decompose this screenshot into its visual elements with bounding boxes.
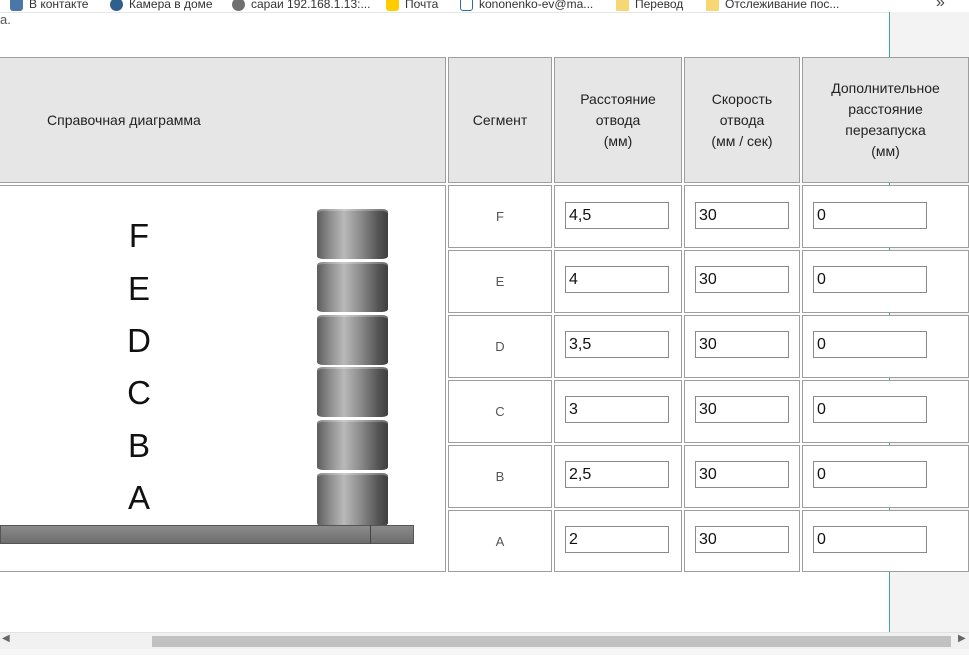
header-diagram: Справочная диаграмма xyxy=(0,57,446,183)
extra-input-b[interactable] xyxy=(813,461,927,488)
bookmark-label: Почта xyxy=(405,0,439,11)
diagram-base-plate xyxy=(0,525,414,544)
folder-icon xyxy=(616,0,629,12)
distance-input-f[interactable] xyxy=(565,202,669,229)
segment-label: C xyxy=(495,404,505,419)
diagram-letter-b: B xyxy=(127,427,150,464)
distance-input-a[interactable] xyxy=(565,526,669,553)
bookmark-label: kononenko-ev@ma... xyxy=(479,0,594,11)
diagram-letter-f: F xyxy=(128,217,150,254)
bookmark-label: В контакте xyxy=(29,0,89,11)
bookmark-label: Перевод xyxy=(635,0,684,11)
header-distance-label: Расстояние отвода (мм) xyxy=(580,90,656,149)
segment-cell: B xyxy=(448,445,552,508)
stack-segment-b xyxy=(317,420,388,470)
segment-cell: F xyxy=(448,185,552,248)
bookmark-mail[interactable]: Почта xyxy=(386,0,438,12)
distance-input-d[interactable] xyxy=(565,331,669,358)
header-segment-label: Сегмент xyxy=(472,111,528,128)
segment-cell: C xyxy=(448,380,552,443)
bookmark-label: Отслеживание пос... xyxy=(725,0,840,11)
extra-input-d[interactable] xyxy=(813,331,927,358)
header-speed: Скорость отвода (мм / сек) xyxy=(684,57,800,183)
segment-label: B xyxy=(495,469,505,484)
scroll-left-icon[interactable]: ◀ xyxy=(2,633,10,644)
header-speed-label: Скорость отвода (мм / сек) xyxy=(711,90,773,149)
diagram-letter-c: C xyxy=(127,374,151,411)
bookmarks-more-button[interactable]: » xyxy=(936,0,945,12)
bookmark-tracking[interactable]: Отслеживание пос... xyxy=(706,0,839,12)
diagram-letter-d: D xyxy=(127,322,151,359)
header-segment: Сегмент xyxy=(448,57,552,183)
segment-label: E xyxy=(495,274,505,289)
extra-input-c[interactable] xyxy=(813,396,927,423)
folder-icon xyxy=(706,0,719,12)
speed-input-e[interactable] xyxy=(695,266,789,293)
outlook-icon xyxy=(460,0,473,12)
header-extra-label: Дополнительное расстояние перезапуска (м… xyxy=(831,80,940,159)
page-text-fragment: a. xyxy=(0,12,11,27)
segment-label: F xyxy=(496,209,504,224)
stack-segment-e xyxy=(317,262,388,312)
mail-icon xyxy=(386,0,399,12)
bookmark-outlook[interactable]: kononenko-ev@ma... xyxy=(460,0,593,12)
diagram-base-notch xyxy=(370,525,371,544)
stack-segment-c xyxy=(317,367,388,417)
speed-input-c[interactable] xyxy=(695,396,789,423)
distance-input-c[interactable] xyxy=(565,396,669,423)
bookmarks-bar: В контакте Камера в доме сараи 192.168.1… xyxy=(0,0,969,13)
segment-label: A xyxy=(495,533,505,549)
bookmark-label: сараи 192.168.1.13:... xyxy=(251,0,371,11)
segment-cell: A xyxy=(448,510,552,572)
speed-input-d[interactable] xyxy=(695,331,789,358)
scroll-right-icon[interactable]: ▶ xyxy=(958,633,966,644)
speed-input-b[interactable] xyxy=(695,461,789,488)
distance-input-b[interactable] xyxy=(565,461,669,488)
distance-input-e[interactable] xyxy=(565,266,669,293)
diagram-letter-e: E xyxy=(127,270,150,307)
segment-cell: E xyxy=(448,250,552,313)
diagram-letter-a: A xyxy=(127,479,150,516)
stack-segment-f xyxy=(317,209,388,259)
speed-input-f[interactable] xyxy=(695,202,789,229)
extra-input-e[interactable] xyxy=(813,266,927,293)
bookmark-vk[interactable]: В контакте xyxy=(10,0,88,12)
header-extra: Дополнительное расстояние перезапуска (м… xyxy=(802,57,969,183)
segment-cell: D xyxy=(448,315,552,378)
stack-segment-a xyxy=(317,473,388,526)
header-diagram-label: Справочная диаграмма xyxy=(47,111,201,128)
extra-input-f[interactable] xyxy=(813,202,927,229)
stack-segment-d xyxy=(317,315,388,365)
extra-input-a[interactable] xyxy=(813,526,927,553)
bookmark-sarai[interactable]: сараи 192.168.1.13:... xyxy=(232,0,370,12)
bookmark-perevod[interactable]: Перевод xyxy=(616,0,683,12)
horizontal-scrollbar-thumb[interactable] xyxy=(152,636,951,647)
header-distance: Расстояние отвода (мм) xyxy=(554,57,682,183)
segment-label: D xyxy=(495,339,505,354)
bookmark-camera[interactable]: Камера в доме xyxy=(110,0,213,12)
camera-icon xyxy=(110,0,123,12)
vk-icon xyxy=(10,0,23,12)
speed-input-a[interactable] xyxy=(695,526,789,553)
bottom-strip xyxy=(0,649,969,655)
globe-icon xyxy=(232,0,245,12)
bookmark-label: Камера в доме xyxy=(129,0,213,11)
